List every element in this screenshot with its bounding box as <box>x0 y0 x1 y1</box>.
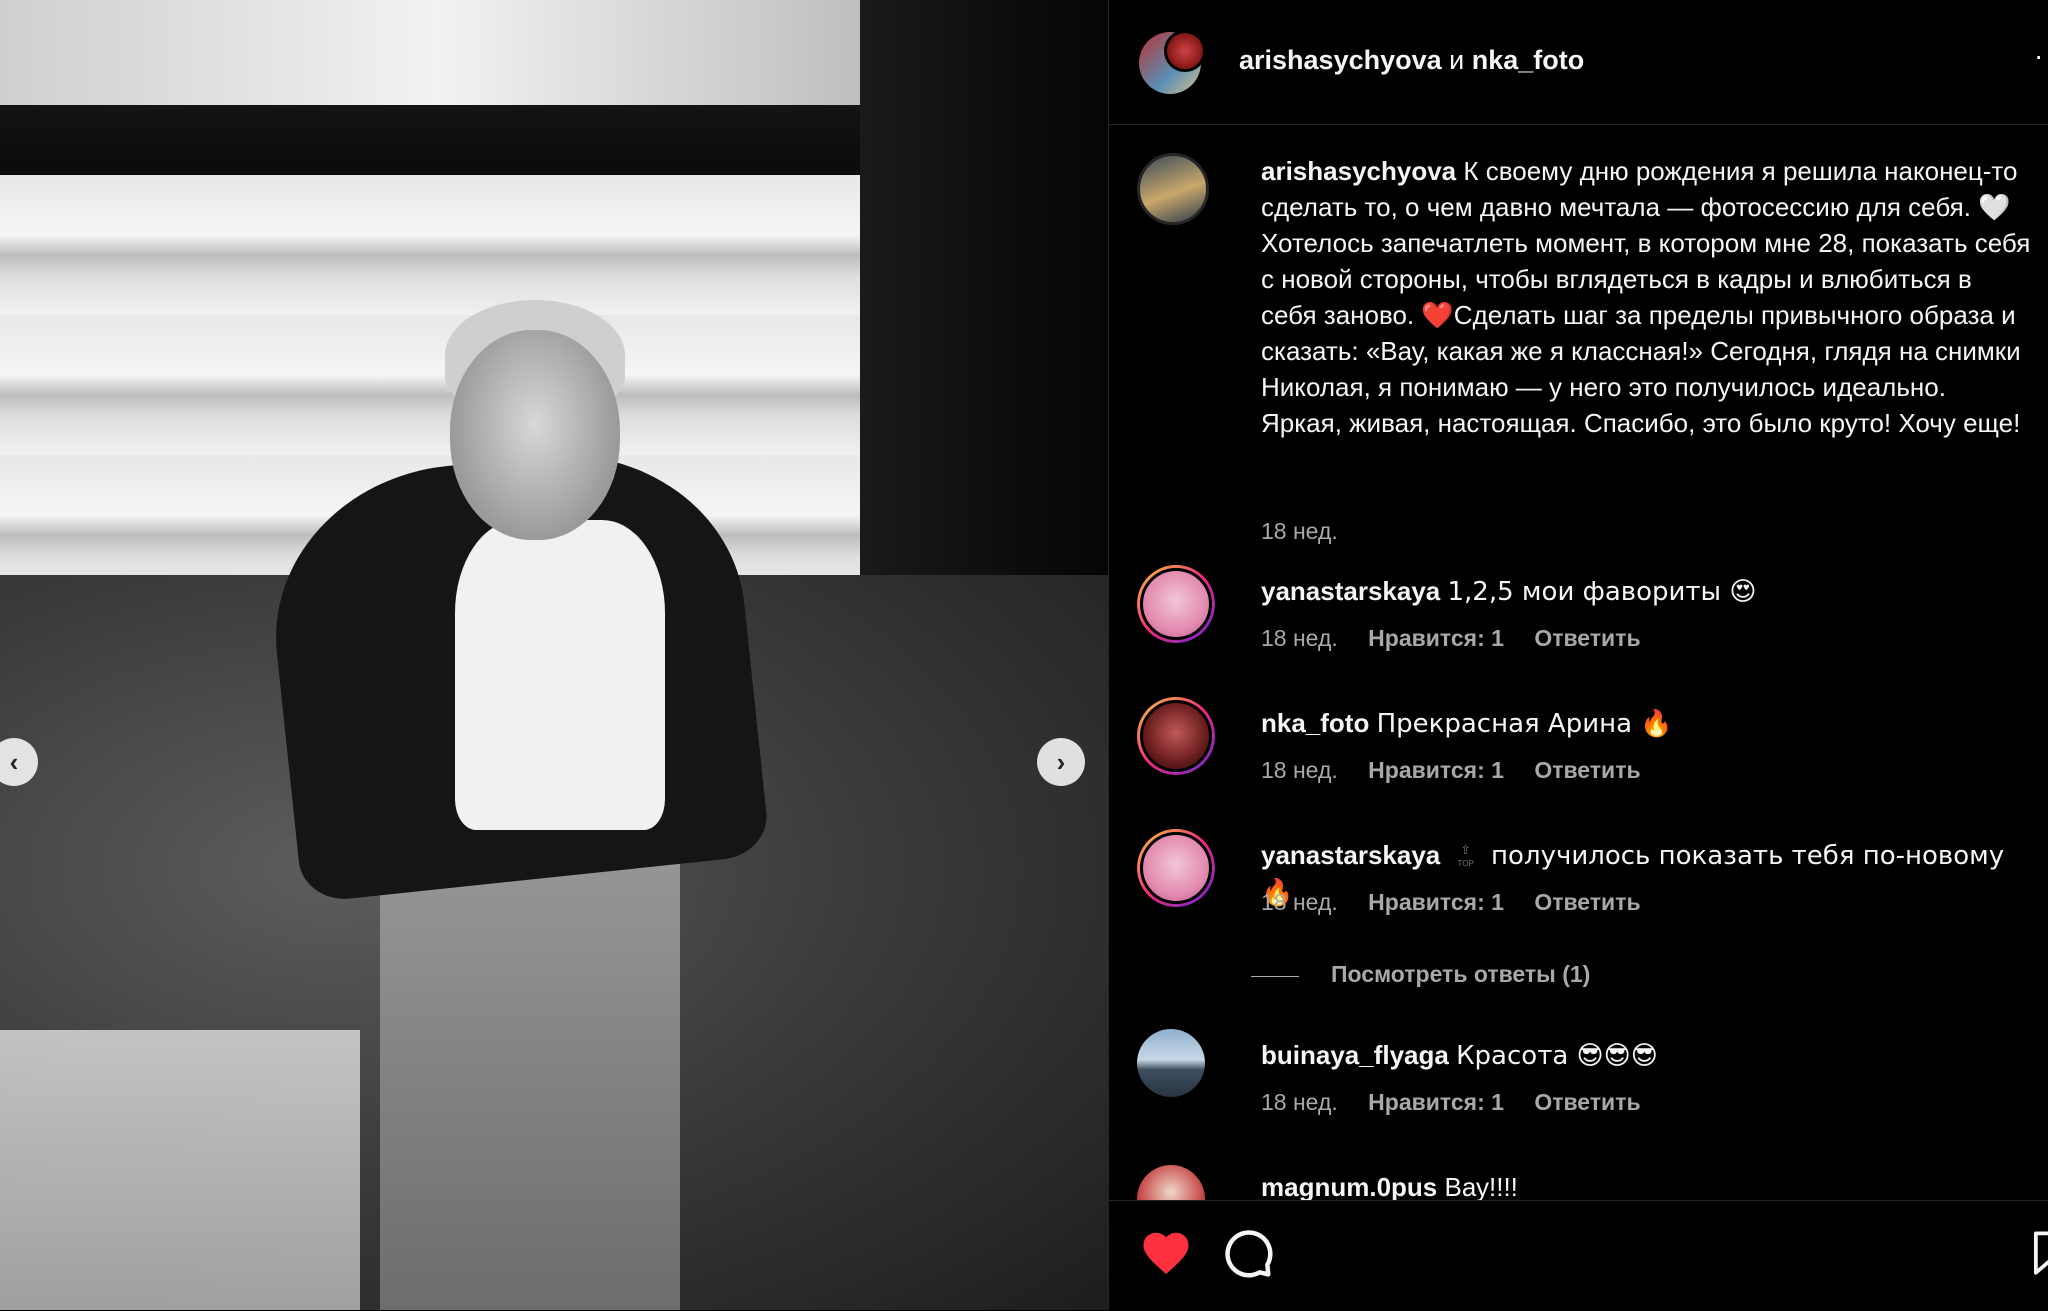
post-photo: ‹ › <box>0 0 1108 1310</box>
comment-username[interactable]: magnum.0pus <box>1261 1172 1437 1200</box>
comment-reply-button[interactable]: Ответить <box>1534 625 1640 651</box>
comment-likes[interactable]: Нравится: 1 <box>1368 757 1504 783</box>
caption-username[interactable]: arishasychyova <box>1261 156 1456 186</box>
comment-reply-button[interactable]: Ответить <box>1534 889 1640 915</box>
bookmark-icon[interactable] <box>2034 1231 2048 1277</box>
comment-time[interactable]: 18 нед. <box>1261 625 1338 651</box>
chevron-right-icon: › <box>1056 746 1066 777</box>
comments-list[interactable]: arishasychyova К своему дню рождения я р… <box>1109 125 2048 1200</box>
caption-meta: 18 нед. <box>1261 518 1362 545</box>
post-header: arishasychyova и nka_foto · <box>1109 0 2048 125</box>
comment-time[interactable]: 18 нед. <box>1261 1089 1338 1115</box>
comment-avatar[interactable] <box>1137 1029 1205 1097</box>
comment-text: Прекрасная Арина 🔥 <box>1376 709 1673 739</box>
caption-time[interactable]: 18 нед. <box>1261 518 1338 544</box>
comment-item: magnum.0pus Вау!!!! <box>1137 1161 2032 1200</box>
comment-reply-button[interactable]: Ответить <box>1534 1089 1640 1115</box>
comment-icon[interactable] <box>1221 1226 1275 1280</box>
comment-text: Вау!!!! <box>1444 1172 1518 1200</box>
comment-username[interactable]: buinaya_flyaga <box>1261 1040 1449 1070</box>
post-details-panel: arishasychyova и nka_foto · arishasychyo… <box>1108 0 2048 1310</box>
comment-item: buinaya_flyaga Красота 😎😎😎 18 нед. Нрави… <box>1137 1029 2032 1139</box>
collaborator-avatar[interactable] <box>1164 30 1206 72</box>
photo-figure-head <box>450 330 620 540</box>
collaborator-username[interactable]: nka_foto <box>1472 45 1585 75</box>
photo-window-frame <box>0 105 890 175</box>
comment-username[interactable]: yanastarskaya <box>1261 840 1440 870</box>
comment-avatar[interactable] <box>1137 565 1215 643</box>
owner-username[interactable]: arishasychyova <box>1239 45 1442 75</box>
comment-avatar[interactable] <box>1137 697 1215 775</box>
comment-avatar[interactable] <box>1137 829 1215 907</box>
comment-likes[interactable]: Нравится: 1 <box>1368 889 1504 915</box>
comment-avatar[interactable] <box>1137 1165 1205 1200</box>
comment-likes[interactable]: Нравится: 1 <box>1368 1089 1504 1115</box>
comment-item: yanastarskaya 1,2,5 мои фавориты 😍 18 не… <box>1137 565 2032 675</box>
comment-text-block: buinaya_flyaga Красота 😎😎😎 <box>1261 1037 2031 1074</box>
heart-filled-icon[interactable] <box>1139 1226 1193 1280</box>
comment-username[interactable]: yanastarskaya <box>1261 576 1440 606</box>
post-caption: arishasychyova К своему дню рождения я р… <box>1137 153 2032 553</box>
comment-time[interactable]: 18 нед. <box>1261 889 1338 915</box>
post-owners: arishasychyova и nka_foto <box>1239 45 1584 76</box>
owners-conjunction: и <box>1449 45 1465 75</box>
photo-figure-shirt <box>455 520 665 830</box>
comment-text: Красота 😎😎😎 <box>1456 1041 1658 1071</box>
comment-meta: 18 нед. Нравится: 1 Ответить <box>1261 889 1665 916</box>
photo-light-patch <box>0 1030 360 1310</box>
carousel-next-button[interactable]: › <box>1037 738 1085 786</box>
chevron-left-icon: ‹ <box>9 746 19 777</box>
post-action-bar <box>1109 1200 2048 1311</box>
top-fan-badge: ⇧ TOP <box>1457 843 1474 869</box>
comment-username[interactable]: nka_foto <box>1261 708 1369 738</box>
comment-likes[interactable]: Нравится: 1 <box>1368 625 1504 651</box>
comment-item: nka_foto Прекрасная Арина 🔥 18 нед. Нрав… <box>1137 697 2032 807</box>
comment-text: 1,2,5 мои фавориты 😍 <box>1447 577 1757 607</box>
view-replies-divider <box>1251 976 1299 977</box>
comment-meta: 18 нед. Нравится: 1 Ответить <box>1261 625 1665 652</box>
comment-time[interactable]: 18 нед. <box>1261 757 1338 783</box>
comment-reply-button[interactable]: Ответить <box>1534 757 1640 783</box>
comment-text-block: nka_foto Прекрасная Арина 🔥 <box>1261 705 2031 742</box>
comment-text-block: magnum.0pus Вау!!!! <box>1261 1169 2031 1200</box>
comment-text-block: yanastarskaya 1,2,5 мои фавориты 😍 <box>1261 573 2031 610</box>
photo-window <box>0 0 875 115</box>
comment-item: yanastarskaya ⇧ TOP получилось показать т… <box>1137 829 2032 939</box>
view-replies-button[interactable]: Посмотреть ответы (1) <box>1331 961 1590 988</box>
comment-meta: 18 нед. Нравится: 1 Ответить <box>1261 757 1665 784</box>
more-horizontal-icon[interactable]: · <box>2034 40 2043 72</box>
caption-text: К своему дню рождения я решила наконец-т… <box>1261 156 2031 438</box>
comment-meta: 18 нед. Нравится: 1 Ответить <box>1261 1089 1665 1116</box>
caption-text-block: arishasychyova К своему дню рождения я р… <box>1261 153 2031 441</box>
caption-avatar[interactable] <box>1137 153 1209 225</box>
